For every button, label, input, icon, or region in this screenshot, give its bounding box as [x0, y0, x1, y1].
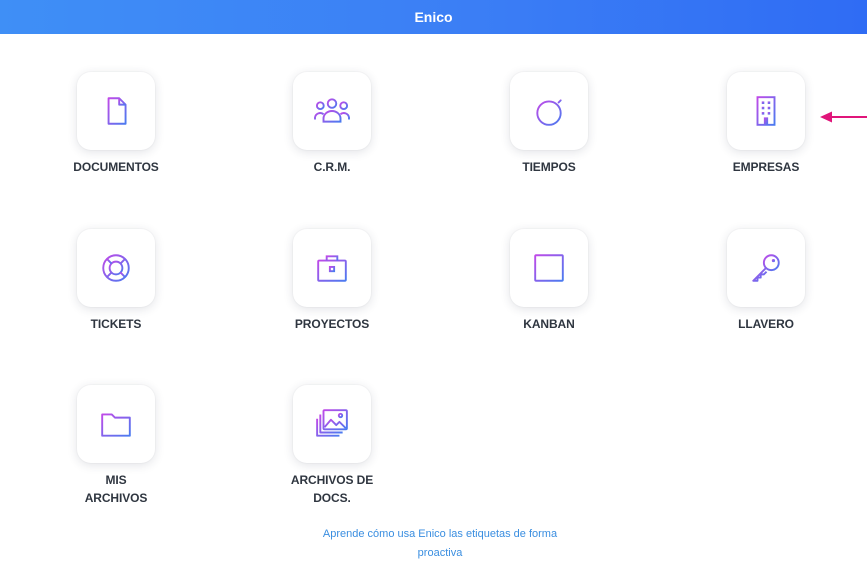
tile-crm[interactable]: C.R.M. [262, 72, 402, 176]
learn-more-link[interactable]: Aprende cómo usa Enico las etiquetas de … [300, 525, 580, 563]
tile-box[interactable] [77, 72, 155, 150]
tile-llavero[interactable]: LLAVERO [696, 229, 836, 333]
tile-label: TIEMPOS [522, 160, 576, 174]
folder-icon [101, 413, 131, 437]
tile-tiempos[interactable]: TIEMPOS [479, 72, 619, 176]
key-icon [752, 254, 780, 282]
building-icon [753, 96, 779, 126]
app-header: Enico [0, 0, 867, 34]
image-gallery-icon [316, 409, 348, 437]
stopwatch-icon [536, 96, 562, 126]
tile-label: TICKETS [90, 317, 142, 331]
app-title: Enico [414, 9, 453, 25]
tile-documentos[interactable]: DOCUMENTOS [46, 72, 186, 176]
tile-label: PROYECTOS [294, 317, 370, 331]
tile-label: ARCHIVOS DE DOCS. [290, 473, 374, 505]
tile-label: C.R.M. [313, 160, 351, 174]
tile-box[interactable] [77, 385, 155, 463]
document-icon [107, 97, 127, 125]
arrow-left-icon [820, 111, 867, 123]
tile-proyectos[interactable]: PROYECTOS [262, 229, 402, 333]
tile-label: LLAVERO [738, 317, 794, 331]
users-group-icon [314, 98, 350, 123]
tile-box[interactable] [510, 229, 588, 307]
tile-kanban[interactable]: KANBAN [479, 229, 619, 333]
tile-mis-archivos[interactable]: MIS ARCHIVOS [46, 385, 186, 507]
lifebuoy-icon [102, 254, 130, 282]
tile-tickets[interactable]: TICKETS [46, 229, 186, 333]
tile-archivos-de-docs[interactable]: ARCHIVOS DE DOCS. [262, 385, 402, 507]
tile-empresas[interactable]: EMPRESAS [696, 72, 836, 176]
tile-box[interactable] [510, 72, 588, 150]
tile-box[interactable] [293, 385, 371, 463]
tile-box[interactable] [293, 72, 371, 150]
tile-box[interactable] [727, 72, 805, 150]
tile-label: EMPRESAS [732, 160, 800, 174]
tile-box[interactable] [727, 229, 805, 307]
kanban-board-icon [534, 254, 564, 282]
tile-label: MIS ARCHIVOS [84, 473, 148, 505]
briefcase-icon [317, 255, 347, 282]
tile-box[interactable] [293, 229, 371, 307]
tile-label: KANBAN [523, 317, 575, 331]
tile-label: DOCUMENTOS [73, 160, 159, 174]
tile-box[interactable] [77, 229, 155, 307]
